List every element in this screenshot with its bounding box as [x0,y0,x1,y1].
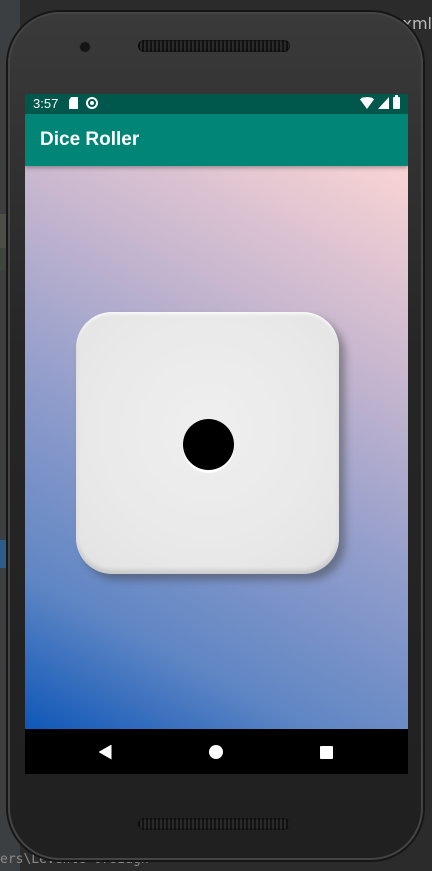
top-speaker-grille [138,40,290,52]
app-title: Dice Roller [40,129,140,150]
main-content [25,166,408,729]
dice-image[interactable] [76,312,339,574]
home-button[interactable] [204,740,228,764]
battery-icon [393,95,400,109]
sd-card-icon [69,97,78,109]
bottom-speaker-grille [138,818,290,830]
dice-pip [183,419,234,470]
status-right-icons [360,95,400,109]
status-left-icons [69,97,98,109]
front-camera [80,42,90,52]
back-button[interactable] [93,740,117,764]
back-icon [98,744,112,760]
home-icon [209,745,223,759]
status-bar: 3:57 [25,94,408,114]
sync-icon [86,97,98,109]
status-time: 3:57 [33,96,59,111]
navigation-bar [25,729,408,774]
emulator-screen: 3:57 Dice Roller [25,94,408,774]
app-bar: Dice Roller [25,114,408,166]
recent-apps-icon [319,745,333,759]
wifi-icon [360,97,374,109]
signal-icon [378,97,389,109]
recent-apps-button[interactable] [314,740,338,764]
